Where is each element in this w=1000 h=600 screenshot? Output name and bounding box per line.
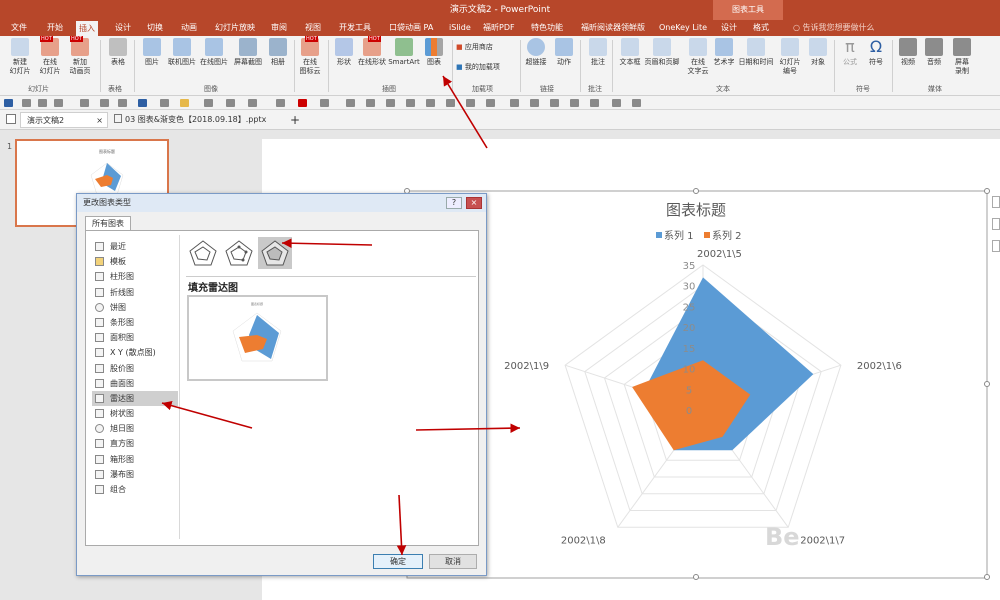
legend-label-series1[interactable]: 系列 1 [664, 229, 694, 242]
chart-type-templates[interactable]: 模板 [92, 254, 178, 269]
radar-category-label: 2002\1\5 [697, 249, 742, 260]
panel-divider [179, 235, 180, 539]
sunburst-chart-icon [95, 424, 104, 434]
radar-tick-label: 30 [683, 282, 696, 293]
resize-handle[interactable] [693, 574, 699, 580]
resize-handle[interactable] [984, 574, 990, 580]
chart-type-combo[interactable]: 组合 [92, 482, 178, 497]
chart-title[interactable]: 图表标题 [666, 201, 726, 219]
chart-type-panel: 最近 模板 柱形图 折线图 饼图 条形图 面积图 X Y (散点图) 股价图 曲… [85, 230, 479, 546]
subtype-divider [186, 276, 476, 277]
combo-chart-icon [95, 485, 104, 494]
resize-handle[interactable] [984, 381, 990, 387]
radar-tick-label: 0 [686, 406, 692, 417]
chart-type-sunburst[interactable]: 旭日图 [92, 421, 178, 436]
radar-tick-label: 20 [683, 323, 696, 334]
chart-type-boxplot[interactable]: 箱形图 [92, 452, 178, 467]
radar-markers-subtype-icon [225, 240, 253, 266]
chart-type-scatter[interactable]: X Y (散点图) [92, 345, 178, 360]
column-chart-icon [95, 272, 104, 282]
surface-chart-icon [95, 378, 104, 388]
chart-elements-button[interactable] [992, 196, 1000, 208]
stock-chart-icon [95, 363, 104, 373]
chart-styles-button[interactable] [992, 218, 1000, 230]
dialog-title-bar: 更改图表类型 ? × [77, 194, 486, 212]
tab-all-charts[interactable]: 所有图表 [85, 216, 131, 230]
chart-type-surface[interactable]: 曲面图 [92, 376, 178, 391]
legend-swatch-series1 [656, 232, 662, 238]
chart-type-area[interactable]: 面积图 [92, 330, 178, 345]
radar-tick-label: 10 [683, 365, 696, 376]
chart-type-line[interactable]: 折线图 [92, 285, 178, 300]
resize-handle[interactable] [693, 188, 699, 194]
radar-tick-label: 5 [686, 385, 692, 396]
ok-button[interactable]: 确定 [373, 554, 423, 569]
recent-icon [95, 242, 104, 251]
chart-type-treemap[interactable]: 树状图 [92, 406, 178, 421]
pie-chart-icon [95, 302, 104, 312]
radar-tick-label: 25 [683, 302, 696, 313]
chart-type-pie[interactable]: 饼图 [92, 300, 178, 315]
chart-preview[interactable]: 图表标题 [187, 295, 328, 381]
scatter-chart-icon [95, 348, 104, 358]
waterfall-chart-icon [95, 469, 104, 479]
close-button[interactable]: × [466, 197, 482, 209]
radar-tick-label: 15 [683, 344, 696, 355]
cancel-button[interactable]: 取消 [429, 554, 477, 569]
bar-chart-icon [95, 317, 104, 327]
boxplot-chart-icon [95, 454, 104, 464]
help-button[interactable]: ? [446, 197, 462, 209]
legend-label-series2[interactable]: 系列 2 [712, 229, 742, 242]
radar-category-label: 2002\1\7 [800, 535, 845, 546]
treemap-chart-icon [95, 409, 104, 419]
folder-icon [95, 257, 104, 267]
filled-radar-subtype-icon [261, 240, 289, 266]
chart-type-bar[interactable]: 条形图 [92, 315, 178, 330]
chart-type-list: 最近 模板 柱形图 折线图 饼图 条形图 面积图 X Y (散点图) 股价图 曲… [92, 239, 178, 497]
subtype-radar[interactable] [186, 237, 220, 269]
watermark-logo: Be [765, 523, 800, 551]
chart-filters-button[interactable] [992, 240, 1000, 252]
line-chart-icon [95, 287, 104, 297]
radar-category-label: 2002\1\8 [561, 535, 606, 546]
legend-swatch-series2 [704, 232, 710, 238]
resize-handle[interactable] [984, 188, 990, 194]
subtype-title: 填充雷达图 [188, 283, 238, 294]
chart-type-column[interactable]: 柱形图 [92, 269, 178, 284]
chart-type-radar[interactable]: 雷达图 [92, 390, 178, 407]
radar-category-label: 2002\1\9 [504, 361, 549, 372]
chart-type-stock[interactable]: 股价图 [92, 361, 178, 376]
change-chart-type-dialog: 更改图表类型 ? × 所有图表 最近 模板 柱形图 折线图 饼图 条形图 面积图… [76, 193, 487, 576]
dialog-title: 更改图表类型 [83, 198, 131, 207]
subtype-filled-radar[interactable] [258, 237, 292, 269]
area-chart-icon [95, 333, 104, 343]
radar-subtype-icon [189, 240, 217, 266]
chart-type-recent[interactable]: 最近 [92, 239, 178, 254]
preview-chart: 图表标题 [232, 301, 282, 362]
chart-type-histogram[interactable]: 直方图 [92, 436, 178, 451]
radar-tick-label: 35 [683, 261, 696, 272]
subtype-radar-markers[interactable] [222, 237, 256, 269]
radar-chart-icon [95, 393, 104, 403]
radar-category-label: 2002\1\6 [857, 361, 902, 372]
histogram-chart-icon [95, 439, 104, 449]
chart-type-waterfall[interactable]: 瀑布图 [92, 467, 178, 482]
preview-chart-title: 图表标题 [251, 301, 263, 306]
